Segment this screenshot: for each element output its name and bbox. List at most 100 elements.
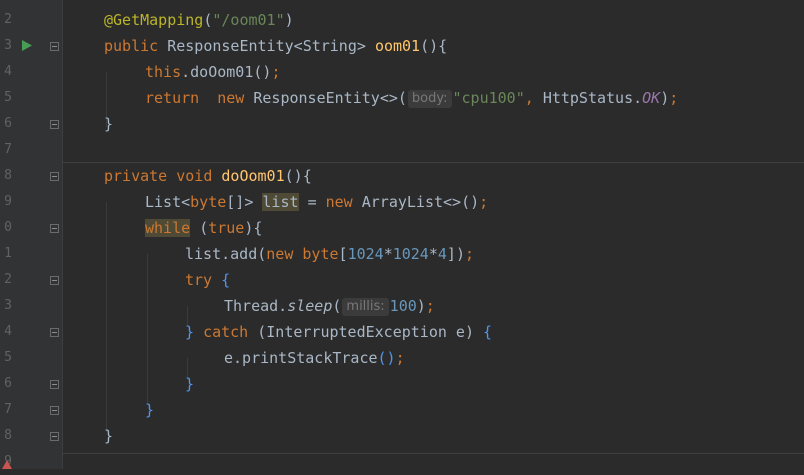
method-call: .doOom01 <box>181 63 254 81</box>
paren: ( <box>199 219 209 237</box>
constant: OK <box>642 89 661 107</box>
code-line[interactable]: } <box>185 371 194 397</box>
semicolon: ; <box>669 89 679 107</box>
paren: ) <box>660 89 670 107</box>
paren: ) <box>416 297 426 315</box>
brace: } <box>104 427 114 445</box>
type-name: String <box>302 37 357 55</box>
keyword: true <box>208 219 245 237</box>
paren: () <box>461 193 480 211</box>
fold-icon[interactable] <box>50 42 59 51</box>
line-number: 9 <box>4 194 12 209</box>
run-icon[interactable] <box>22 40 32 51</box>
fold-icon[interactable] <box>50 406 59 415</box>
parameter-hint: body: <box>407 90 452 108</box>
semicolon: ; <box>395 349 405 367</box>
code-line[interactable]: return new ResponseEntity<>(body: "cpu100… <box>145 85 678 111</box>
method-call: list.add <box>185 245 258 263</box>
string-literal: "cpu100" <box>452 89 525 107</box>
code-line[interactable]: e.printStackTrace(); <box>224 345 405 371</box>
indent-guide <box>147 254 148 404</box>
generic-bracket: > <box>244 193 254 211</box>
paren: () <box>377 349 396 367</box>
diamond-operator: <> <box>443 193 462 211</box>
operator: * <box>428 245 438 263</box>
keyword: byte <box>302 245 339 263</box>
code-line[interactable]: } <box>104 111 113 137</box>
code-line[interactable]: } catch (InterruptedException e) { <box>185 319 492 345</box>
generic-bracket: > <box>356 37 366 55</box>
keyword: byte <box>190 193 227 211</box>
semicolon: ; <box>479 193 489 211</box>
paren: ) <box>284 11 294 29</box>
code-line[interactable]: } <box>145 397 154 423</box>
code-line[interactable]: this.doOom01(); <box>145 59 280 85</box>
paren: ( <box>397 89 407 107</box>
brace: } <box>145 401 155 419</box>
code-line[interactable]: List<byte[]> list = new ArrayList<>(); <box>145 189 488 215</box>
brace: { <box>483 323 493 341</box>
fold-icon[interactable] <box>50 380 59 389</box>
keyword: try <box>185 271 213 289</box>
error-marker-icon <box>2 460 12 469</box>
code-editor[interactable]: 2 3 4 5 6 7 8 9 0 1 2 3 4 5 6 7 8 9 @Get… <box>0 0 804 469</box>
brace: { <box>438 37 448 55</box>
method-separator <box>63 453 804 454</box>
fold-icon[interactable] <box>50 276 59 285</box>
comma: , <box>524 89 534 107</box>
line-number: 1 <box>4 246 12 261</box>
line-number: 7 <box>4 142 12 157</box>
paren: ( <box>332 297 342 315</box>
code-line[interactable]: public ResponseEntity<String> oom01(){ <box>104 33 447 59</box>
keyword: return <box>145 89 200 107</box>
paren: ) <box>464 323 474 341</box>
brace: { <box>221 271 231 289</box>
type-name: ResponseEntity <box>253 89 380 107</box>
semicolon: ; <box>425 297 435 315</box>
line-number: 4 <box>4 324 12 339</box>
fold-icon[interactable] <box>50 120 59 129</box>
line-number: 5 <box>4 350 12 365</box>
brace: { <box>302 167 312 185</box>
code-line[interactable]: try { <box>185 267 230 293</box>
editor-gutter: 2 3 4 5 6 7 8 9 0 1 2 3 4 5 6 7 8 9 <box>0 0 62 469</box>
brace: { <box>253 219 263 237</box>
code-line[interactable]: while (true){ <box>145 215 262 241</box>
class-name: Thread. <box>224 297 288 315</box>
fold-icon[interactable] <box>50 172 59 181</box>
brace: } <box>104 115 114 133</box>
number-literal: 1024 <box>347 245 384 263</box>
brace: } <box>185 375 195 393</box>
method-name: oom01 <box>374 37 421 55</box>
code-line[interactable]: Thread.sleep(millis: 100); <box>224 293 435 319</box>
line-number: 2 <box>4 272 12 287</box>
fold-icon[interactable] <box>50 224 59 233</box>
code-line[interactable]: private void doOom01(){ <box>104 163 312 189</box>
bracket: [ <box>338 245 348 263</box>
array-brackets: [] <box>226 193 245 211</box>
line-number: 3 <box>4 38 12 53</box>
annotation: @GetMapping <box>104 11 204 29</box>
code-line[interactable]: @GetMapping("/oom01") <box>104 7 294 33</box>
line-number: 0 <box>4 220 12 235</box>
code-line[interactable]: list.add(new byte[1024*1024*4]); <box>185 241 474 267</box>
line-number: 3 <box>4 298 12 313</box>
number-literal: 4 <box>437 245 447 263</box>
paren: ( <box>257 245 267 263</box>
fold-icon[interactable] <box>50 328 59 337</box>
generic-bracket: < <box>181 193 191 211</box>
line-number: 2 <box>4 12 12 27</box>
line-number: 6 <box>4 376 12 391</box>
keyword: new <box>217 89 245 107</box>
code-line[interactable]: } <box>104 423 113 449</box>
number-literal: 1024 <box>392 245 429 263</box>
line-number: 8 <box>4 168 12 183</box>
fold-icon[interactable] <box>50 432 59 441</box>
line-number: 8 <box>4 428 12 443</box>
string-literal: "/oom01" <box>212 11 285 29</box>
gutter-divider <box>62 0 63 469</box>
operator: = <box>307 193 317 211</box>
keyword-highlighted: while <box>145 219 191 237</box>
paren: () <box>253 63 272 81</box>
keyword: private <box>104 167 168 185</box>
